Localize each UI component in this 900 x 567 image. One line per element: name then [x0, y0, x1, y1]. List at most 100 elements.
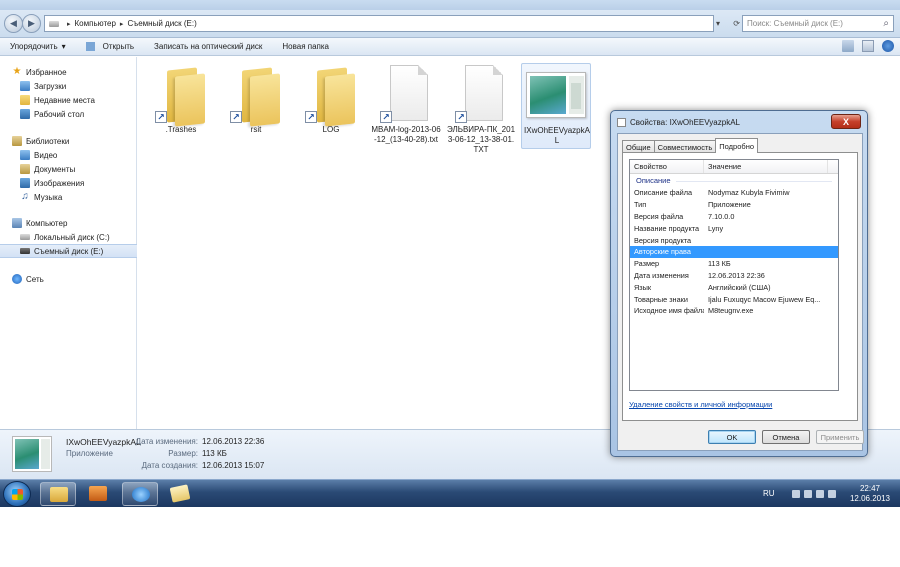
new-folder-button[interactable]: Новая папка [272, 42, 339, 51]
sidebar-item-label: Сеть [26, 274, 44, 284]
network-icon[interactable] [816, 490, 824, 498]
computer-group: Компьютер Локальный диск (C:) Съемный ди… [0, 216, 137, 258]
file-item-log[interactable]: ↗ LOG [296, 63, 366, 147]
remove-properties-link[interactable]: Удаление свойств и личной информации [629, 400, 772, 409]
sidebar-item-documents[interactable]: Документы [0, 162, 137, 176]
tab-details[interactable]: Подробно [715, 138, 759, 153]
table-row[interactable]: Версия продукта [630, 234, 838, 246]
file-item-trashes[interactable]: ↗ .Trashes [146, 63, 216, 147]
music-note-icon: ♫ [21, 191, 29, 202]
property-name: Описание файла [634, 188, 693, 198]
organize-button[interactable]: Упорядочить ▾ [0, 42, 76, 51]
burn-button[interactable]: Записать на оптический диск [144, 42, 272, 51]
file-item-rsit[interactable]: ↗ rsit [221, 63, 291, 147]
file-item-mbam-log[interactable]: ↗ MBAM-log-2013-06-12_(13-40-28).txt [371, 63, 441, 147]
clock-date: 12.06.2013 [849, 494, 890, 503]
property-value: Английский (США) [708, 282, 771, 292]
close-button[interactable]: X [831, 114, 861, 129]
taskbar-explorer-button[interactable] [40, 482, 76, 506]
search-placeholder: Поиск: Съемный диск (E:) [747, 19, 843, 28]
shortcut-arrow-icon: ↗ [380, 111, 392, 123]
sidebar-item-label: Изображения [34, 178, 85, 188]
search-icon[interactable]: ⌕ [883, 18, 889, 29]
file-item-ixwoheevyazpkal[interactable]: IXwOhEEVyazpkAL [521, 63, 591, 149]
preview-pane-icon[interactable] [862, 40, 874, 52]
windows-logo-icon [12, 489, 23, 500]
search-input[interactable]: Поиск: Съемный диск (E:) ⌕ [742, 15, 894, 32]
sidebar-item-video[interactable]: Видео [0, 148, 137, 162]
organize-label: Упорядочить [10, 42, 58, 51]
table-row[interactable]: Язык Английский (США) [630, 281, 838, 293]
taskbar-internet-explorer-button[interactable] [122, 482, 158, 506]
back-button[interactable]: ◀ [4, 14, 23, 33]
table-row[interactable]: Авторские права [630, 245, 838, 258]
property-value: 12.06.2013 22:36 [708, 270, 765, 280]
table-row[interactable]: Версия файла 7.10.0.0 [630, 211, 838, 223]
language-indicator[interactable]: RU [763, 489, 775, 498]
property-name: Язык [634, 282, 652, 292]
details-created-value: 12.06.2013 15:07 [202, 461, 265, 470]
hard-drive-icon [20, 234, 30, 240]
details-file-type: Приложение [66, 449, 113, 458]
sidebar-item-libraries[interactable]: Библиотеки [0, 134, 137, 148]
table-row[interactable]: Тип Приложение [630, 199, 838, 211]
properties-list[interactable]: Свойство Значение Описание Описание файл… [629, 159, 839, 391]
breadcrumb-separator-icon: ▸ [67, 20, 71, 28]
sidebar-item-music[interactable]: ♫ Музыка [0, 190, 137, 204]
column-header-value[interactable]: Значение [704, 160, 828, 173]
desktop-icon [20, 109, 30, 119]
flag-icon[interactable] [804, 490, 812, 498]
address-field[interactable]: ▸ Компьютер ▸ Съемный диск (E:) [44, 15, 714, 32]
breadcrumb-removable-disk[interactable]: Съемный диск (E:) [127, 19, 196, 28]
ok-button[interactable]: OK [708, 430, 756, 444]
sidebar-item-network[interactable]: Сеть [0, 272, 137, 286]
sidebar-item-pictures[interactable]: Изображения [0, 176, 137, 190]
chevron-up-icon[interactable] [792, 490, 800, 498]
cancel-button[interactable]: Отмена [762, 430, 810, 444]
dialog-title-bar[interactable]: Свойства: IXwOhEEVyazpkAL [617, 116, 740, 128]
command-bar: Упорядочить ▾ Открыть Записать на оптиче… [0, 38, 900, 56]
refresh-icon[interactable]: ⟳ [733, 19, 740, 28]
table-row[interactable]: Исходное имя файла M8teugnv.exe [630, 305, 838, 317]
breadcrumb-computer[interactable]: Компьютер [75, 19, 116, 28]
table-row[interactable]: Название продукта Lyny [630, 222, 838, 234]
details-created-label: Дата создания: [141, 461, 198, 470]
file-name: .Trashes [165, 125, 197, 134]
forward-button[interactable]: ▶ [22, 14, 41, 33]
table-row[interactable]: Дата изменения 12.06.2013 22:36 [630, 270, 838, 282]
property-name: Версия продукта [634, 235, 692, 245]
chevron-down-icon[interactable]: ▾ [716, 19, 720, 28]
table-row[interactable]: Размер 113 КБ [630, 258, 838, 270]
sidebar-item-downloads[interactable]: Загрузки [0, 79, 137, 93]
help-icon[interactable] [882, 40, 894, 52]
sidebar-item-label: Музыка [34, 192, 63, 202]
table-row[interactable]: Товарные знаки Ijalu Fuxuqyc Macow Ejuwew… [630, 293, 838, 305]
start-button[interactable] [3, 481, 31, 507]
sidebar-item-local-disk-c[interactable]: Локальный диск (C:) [0, 230, 137, 244]
taskbar-media-player-button[interactable] [80, 482, 116, 506]
sidebar-item-label: Библиотеки [26, 136, 70, 146]
media-player-icon [89, 486, 107, 501]
property-name: Размер [634, 259, 660, 269]
apply-button[interactable]: Применить [816, 430, 864, 444]
sidebar-item-removable-disk-e[interactable]: Съемный диск (E:) [0, 244, 137, 258]
open-button[interactable]: Открыть [76, 42, 144, 51]
file-item-elvira-log[interactable]: ↗ ЭЛЬВИРА-ПК_2013-06-12_13-38-01.TXT [446, 63, 516, 154]
sidebar-item-desktop[interactable]: Рабочий стол [0, 107, 137, 121]
sidebar-item-label: Видео [34, 150, 58, 160]
sidebar-item-label: Документы [34, 164, 76, 174]
property-value: Nodymaz Kubyla Fivimiw [708, 188, 790, 198]
burn-label: Записать на оптический диск [154, 42, 263, 51]
library-icon [12, 136, 22, 146]
sidebar-item-recent-places[interactable]: Недавние места [0, 93, 137, 107]
clock[interactable]: 22:47 12.06.2013 [850, 484, 890, 504]
text-document-icon: ↗ [380, 65, 432, 123]
sidebar-item-favorites[interactable]: ★ Избранное [0, 65, 137, 79]
speaker-icon[interactable] [828, 490, 836, 498]
sidebar-item-computer[interactable]: Компьютер [0, 216, 137, 230]
taskbar-mail-button[interactable] [162, 482, 198, 506]
column-header-property[interactable]: Свойство [630, 160, 704, 173]
view-options-icon[interactable] [842, 40, 854, 52]
screen: ◀ ▶ ▸ Компьютер ▸ Съемный диск (E:) ▾ ⟳ … [0, 0, 900, 507]
table-row[interactable]: Описание файла Nodymaz Kubyla Fivimiw [630, 187, 838, 199]
